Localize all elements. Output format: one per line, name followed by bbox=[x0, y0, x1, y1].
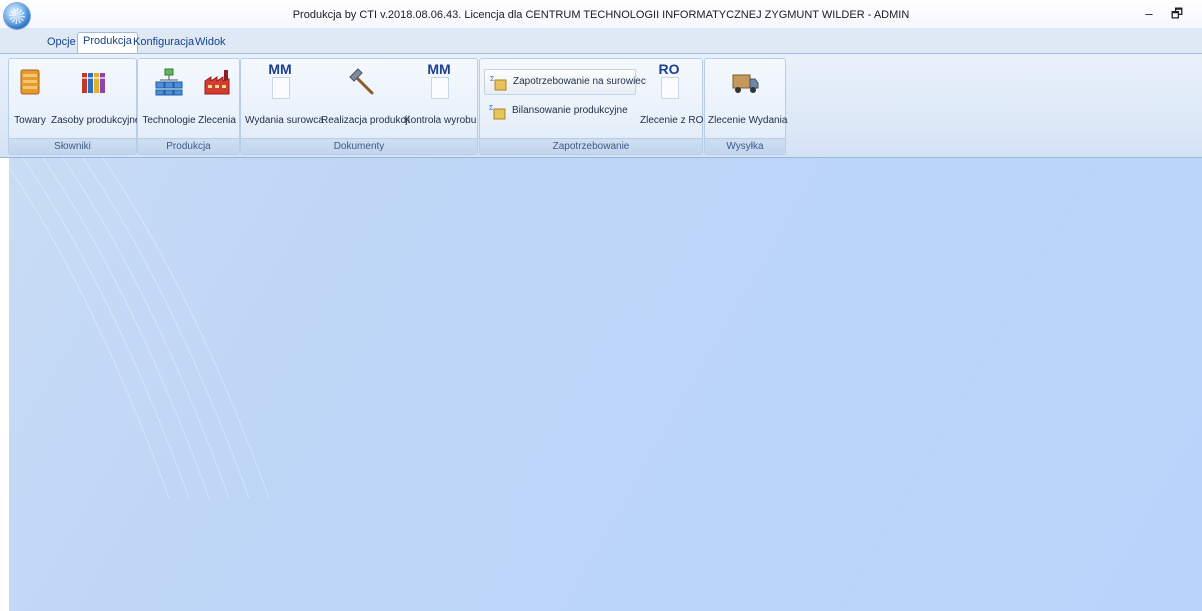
group-dokumenty: MM Wydania surowca Realizacja produkcji … bbox=[240, 58, 478, 155]
factory-icon bbox=[204, 70, 230, 95]
svg-text:Σ: Σ bbox=[490, 76, 495, 83]
title-bar: Produkcja by CTI v.2018.08.06.43. Licenc… bbox=[0, 0, 1202, 29]
minimize-button[interactable]: – bbox=[1137, 4, 1161, 24]
tab-konfiguracja[interactable]: Konfiguracja bbox=[128, 34, 199, 50]
zapotrzebowanie-na-surowiec-button[interactable]: Σ Zapotrzebowanie na surowiec bbox=[484, 69, 646, 95]
group-wysylka: Zlecenie Wydania Wysyłka bbox=[704, 58, 788, 155]
mm-badge: MM bbox=[427, 61, 451, 77]
bilansowanie-produkcyjne-button[interactable]: Σ Bilansowanie produkcyjne bbox=[484, 99, 634, 123]
group-zapotrzebowanie: Σ Zapotrzebowanie na surowiec Σ Bilansow… bbox=[479, 58, 703, 155]
wydania-surowca-label: Wydania surowca bbox=[245, 115, 324, 126]
technologie-button[interactable]: Technologie bbox=[142, 61, 196, 137]
zlecenie-wydania-label: Zlecenie Wydania bbox=[708, 115, 788, 126]
technologie-label: Technologie bbox=[142, 115, 196, 126]
background-swoosh bbox=[9, 158, 270, 499]
box-icon bbox=[20, 69, 40, 95]
hierarchy-icon bbox=[155, 68, 183, 96]
ribbon-tab-bar: Opcje Produkcja Konfiguracja Widok bbox=[0, 28, 1202, 54]
truck-icon bbox=[732, 74, 759, 93]
window-title: Produkcja by CTI v.2018.08.06.43. Licenc… bbox=[292, 9, 910, 21]
zapotrzebowanie-na-surowiec-label: Zapotrzebowanie na surowiec bbox=[513, 76, 646, 87]
app-logo-icon bbox=[9, 8, 25, 24]
calculation-icon: Σ bbox=[489, 105, 506, 120]
svg-text:Σ: Σ bbox=[489, 105, 494, 112]
bilansowanie-produkcyjne-label: Bilansowanie produkcyjne bbox=[512, 105, 628, 116]
zlecenia-button[interactable]: Zlecenia bbox=[198, 61, 236, 137]
realizacja-produkcji-button[interactable]: Realizacja produkcji bbox=[321, 61, 410, 137]
hammer-icon bbox=[349, 68, 374, 95]
zlecenie-wydania-button[interactable]: Zlecenie Wydania bbox=[708, 61, 788, 137]
zlecenie-z-ro-label: Zlecenie z RO bbox=[640, 115, 704, 126]
binders-icon bbox=[82, 73, 105, 93]
zasoby-produkcyjne-label: Zasoby produkcyjne bbox=[51, 115, 141, 126]
group-slowniki: Towary Zasoby produkcyjne Słowniki bbox=[8, 58, 141, 155]
zlecenie-z-ro-button[interactable]: RO Zlecenie z RO bbox=[640, 61, 704, 137]
group-label-zapotrzebowanie: Zapotrzebowanie bbox=[480, 138, 702, 154]
zlecenia-label: Zlecenia bbox=[198, 115, 236, 126]
ribbon: Towary Zasoby produkcyjne Słowniki Techn… bbox=[0, 54, 1202, 158]
group-label-slowniki: Słowniki bbox=[9, 138, 136, 154]
wydania-surowca-button[interactable]: MM Wydania surowca bbox=[245, 61, 324, 137]
ro-document-icon: RO bbox=[649, 61, 689, 101]
group-label-produkcja: Produkcja bbox=[138, 138, 239, 154]
mm-document-icon: MM bbox=[260, 61, 300, 101]
realizacja-produkcji-label: Realizacja produkcji bbox=[321, 115, 410, 126]
tab-opcje[interactable]: Opcje bbox=[42, 34, 81, 50]
tab-widok[interactable]: Widok bbox=[190, 34, 231, 50]
restore-button[interactable]: 🗗 bbox=[1165, 4, 1189, 24]
kontrola-wyrobu-label: Kontrola wyrobu bbox=[404, 115, 477, 126]
kontrola-wyrobu-button[interactable]: MM Kontrola wyrobu bbox=[404, 61, 477, 137]
group-label-wysylka: Wysyłka bbox=[705, 138, 785, 154]
mdi-workspace bbox=[9, 158, 1202, 611]
calculation-icon: Σ bbox=[490, 76, 507, 91]
group-produkcja: Technologie Zlecenia Produkcja bbox=[137, 58, 240, 155]
towary-label: Towary bbox=[14, 115, 46, 126]
mm-badge: MM bbox=[268, 61, 292, 77]
ro-badge: RO bbox=[658, 61, 680, 77]
left-edge bbox=[0, 158, 9, 611]
mm-document-icon: MM bbox=[419, 61, 459, 101]
application-menu-button[interactable] bbox=[4, 3, 30, 29]
group-label-dokumenty: Dokumenty bbox=[241, 138, 477, 154]
towary-button[interactable]: Towary bbox=[11, 61, 49, 137]
zasoby-produkcyjne-button[interactable]: Zasoby produkcyjne bbox=[51, 61, 141, 137]
